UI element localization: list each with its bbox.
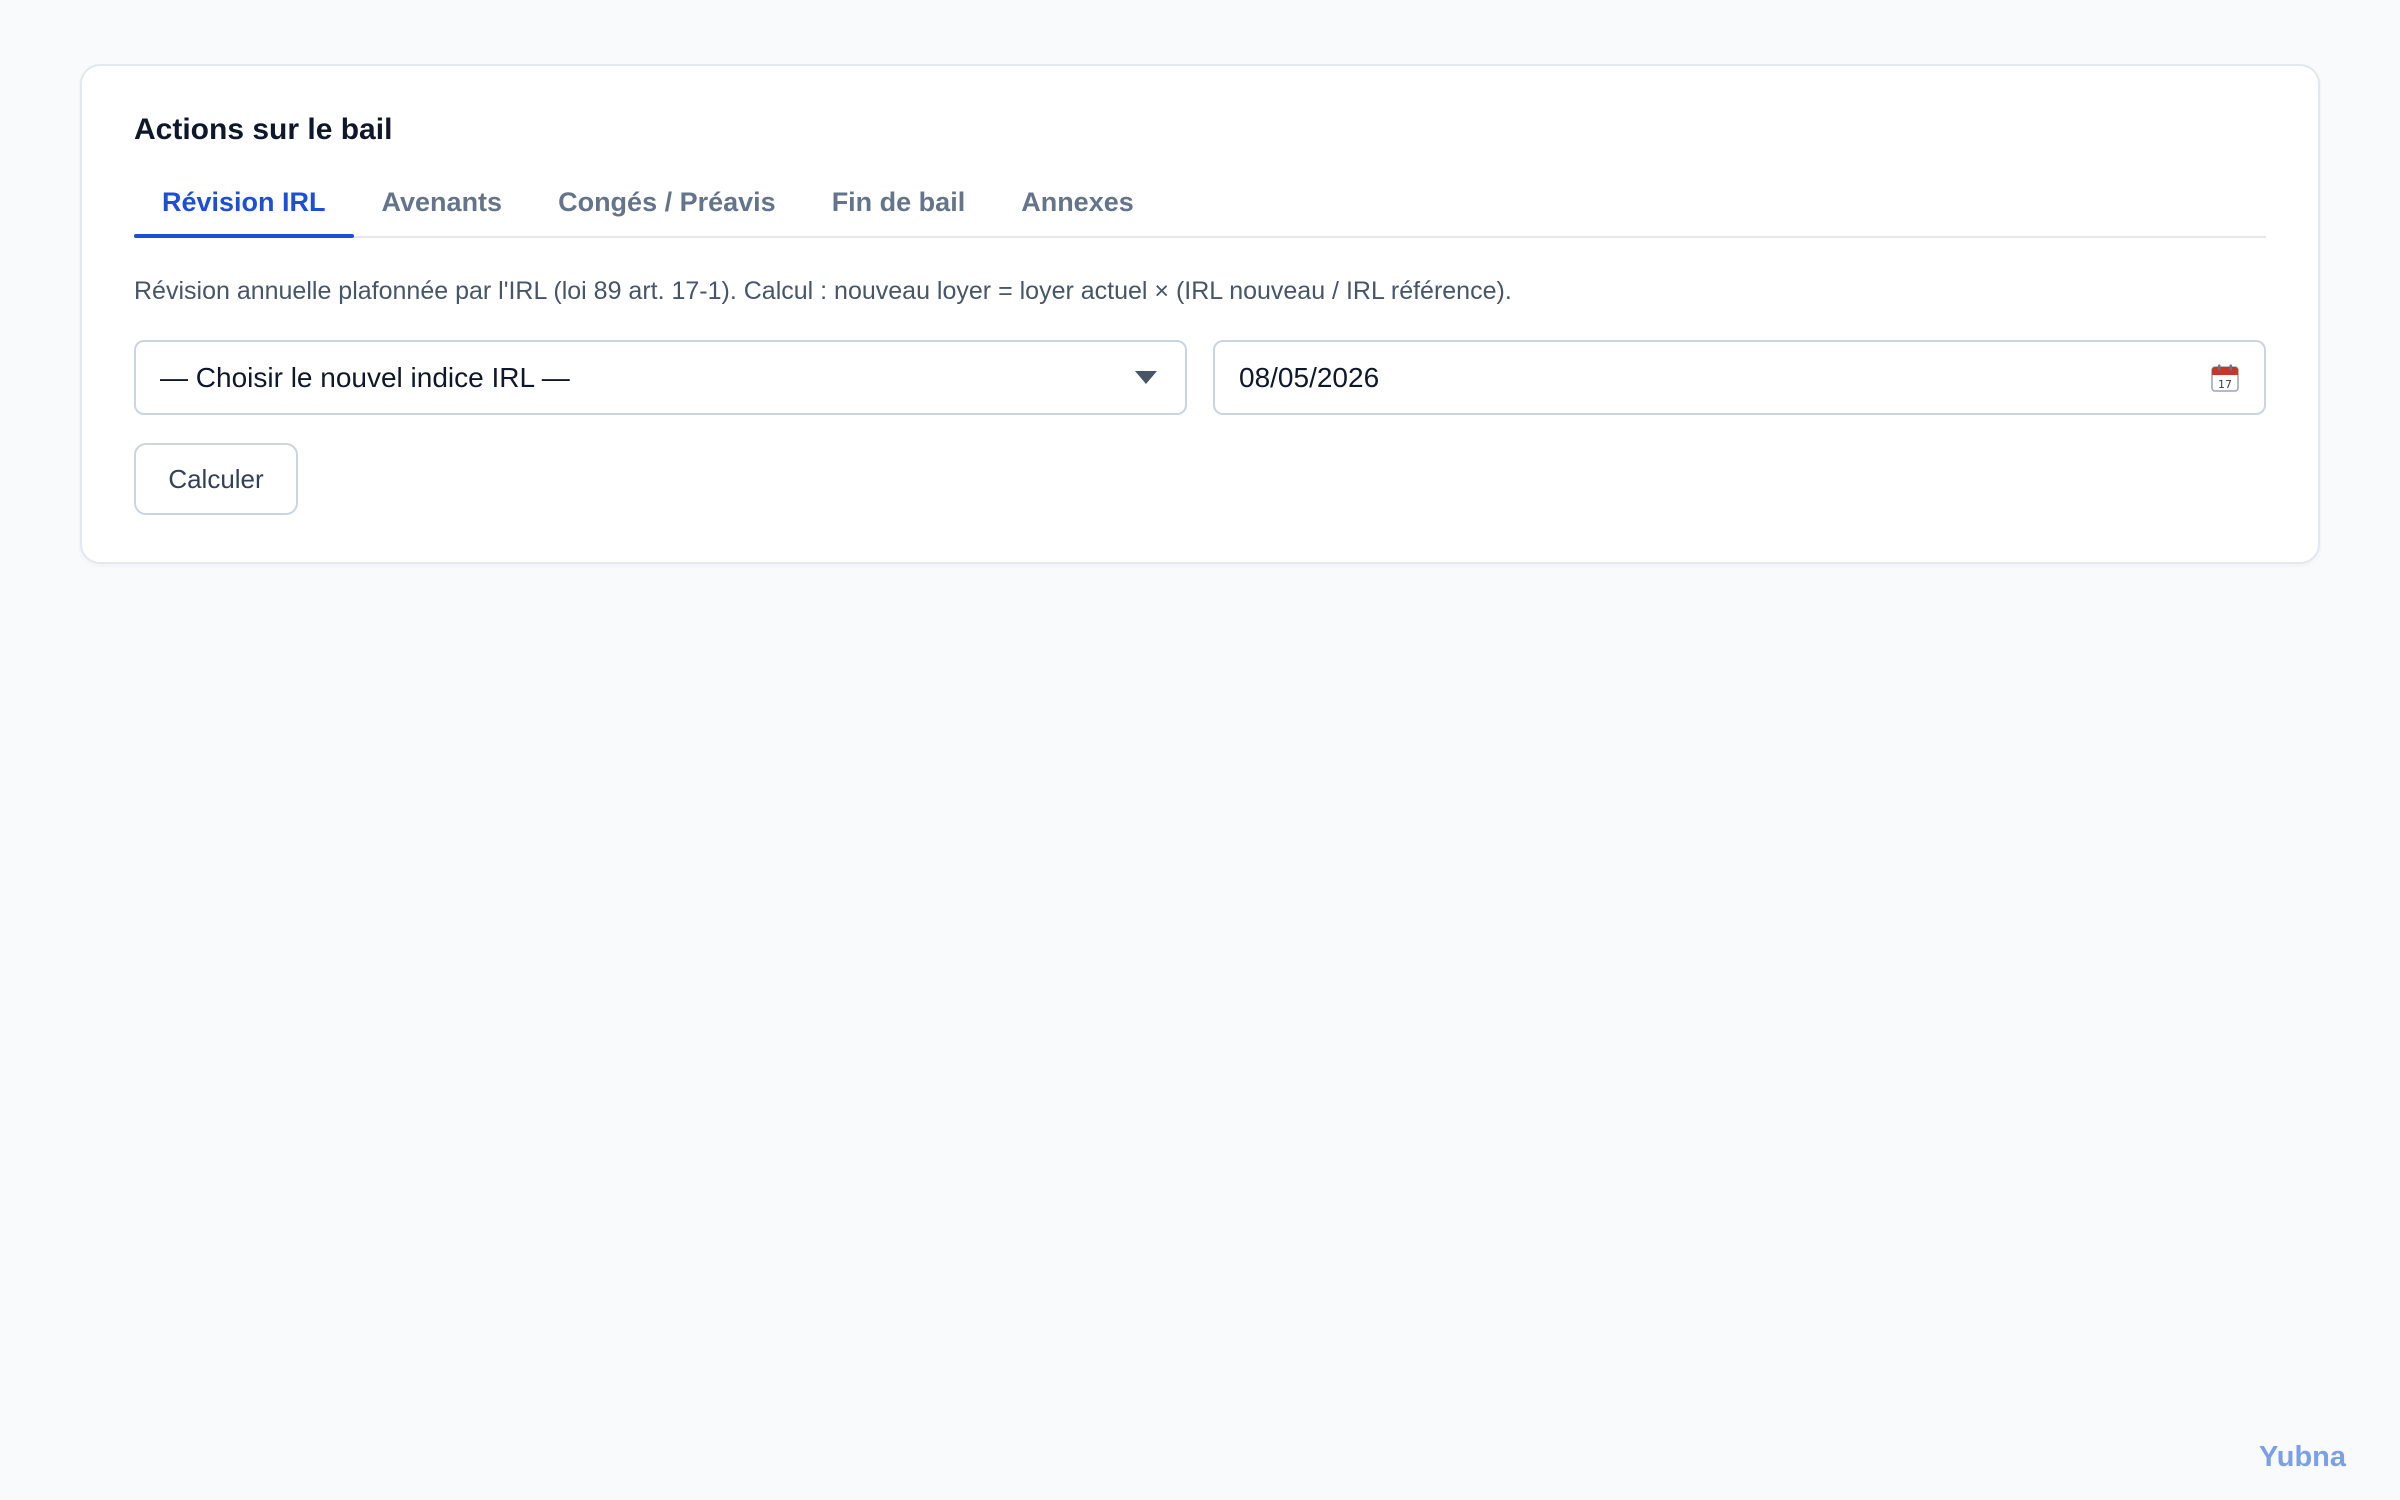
revision-date-input[interactable]: 08/05/2026 17 xyxy=(1213,340,2266,415)
irl-index-select[interactable]: — Choisir le nouvel indice IRL — xyxy=(134,340,1187,415)
card-title: Actions sur le bail xyxy=(134,113,393,146)
irl-description: Révision annuelle plafonnée par l'IRL (l… xyxy=(134,277,1512,305)
tab-conges-preavis[interactable]: Congés / Préavis xyxy=(530,172,804,236)
irl-form-row: — Choisir le nouvel indice IRL — 08/05/2… xyxy=(134,340,2266,415)
tab-revision-irl[interactable]: Révision IRL xyxy=(134,172,354,238)
calendar-icon[interactable]: 17 xyxy=(2210,363,2240,393)
brand-logo-text: Yubna xyxy=(2258,1441,2346,1473)
calculate-button[interactable]: Calculer xyxy=(134,443,298,515)
tab-avenants[interactable]: Avenants xyxy=(354,172,531,236)
tab-bar: Révision IRL Avenants Congés / Préavis F… xyxy=(134,172,2266,238)
chevron-down-icon xyxy=(1135,371,1157,384)
lease-actions-card: Actions sur le bail Révision IRL Avenant… xyxy=(80,64,2320,564)
irl-index-selected-value: — Choisir le nouvel indice IRL — xyxy=(160,361,570,393)
tab-annexes[interactable]: Annexes xyxy=(993,172,1162,236)
revision-date-value: 08/05/2026 xyxy=(1239,361,1380,393)
tab-fin-de-bail[interactable]: Fin de bail xyxy=(804,172,994,236)
svg-text:17: 17 xyxy=(2218,378,2232,391)
